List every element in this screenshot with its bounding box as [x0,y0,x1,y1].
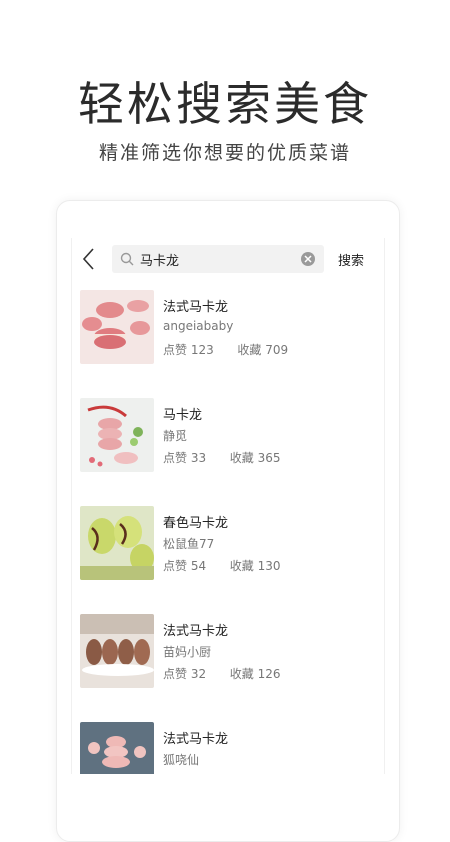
back-icon[interactable] [78,246,102,272]
headline: 轻松搜索美食 [78,77,372,131]
favorites-count: 709 [265,343,289,357]
recipe-stats: 点赞 54 收藏 130 [163,557,281,574]
recipe-title: 春色马卡龙 [163,516,229,531]
search-input[interactable]: 马卡龙 [112,245,324,273]
likes-count: 123 [190,343,214,357]
favorites-label: 收藏 [237,343,262,357]
recipe-thumbnail [80,722,154,774]
recipe-thumbnail [80,398,154,472]
favorites-count: 130 [257,559,281,573]
result-list: 法式马卡龙 angeiababy 点赞 123 收藏 709 马卡龙 静觅 点赞… [72,280,384,774]
list-item[interactable]: 法式马卡龙 狐哓仙 [72,712,384,774]
list-item[interactable]: 法式马卡龙 苗妈小厨 点赞 32 收藏 126 [72,604,384,712]
app-screen: 马卡龙 搜索 法式马卡龙 angeiababy 点赞 123 收藏 709 马卡… [71,238,385,774]
recipe-author: 苗妈小厨 [163,645,212,659]
recipe-thumbnail [80,290,154,364]
favorites-label: 收藏 [229,451,254,465]
likes-label: 点赞 [163,559,188,573]
recipe-stats: 点赞 33 收藏 365 [163,449,281,466]
favorites-count: 365 [257,451,281,465]
recipe-author: angeiababy [163,319,234,333]
recipe-title: 马卡龙 [163,408,203,423]
recipe-author: 松鼠鱼77 [163,537,215,551]
likes-count: 33 [190,451,207,465]
subheadline: 精准筛选你想要的优质菜谱 [98,142,351,164]
clear-icon[interactable] [300,251,316,267]
likes-label: 点赞 [163,667,188,681]
list-item[interactable]: 法式马卡龙 angeiababy 点赞 123 收藏 709 [72,280,384,388]
likes-count: 54 [190,559,207,573]
favorites-label: 收藏 [229,559,254,573]
list-item[interactable]: 春色马卡龙 松鼠鱼77 点赞 54 收藏 130 [72,496,384,604]
favorites-label: 收藏 [229,667,254,681]
recipe-stats: 点赞 123 收藏 709 [163,341,288,358]
favorites-count: 126 [257,667,281,681]
recipe-title: 法式马卡龙 [163,300,229,315]
search-query: 马卡龙 [140,254,180,269]
search-button[interactable]: 搜索 [338,250,364,269]
recipe-title: 法式马卡龙 [163,732,229,747]
recipe-thumbnail [80,614,154,688]
recipe-title: 法式马卡龙 [163,624,229,639]
likes-count: 32 [190,667,207,681]
search-bar: 马卡龙 搜索 [72,238,384,280]
likes-label: 点赞 [163,451,188,465]
recipe-author: 静觅 [163,429,188,443]
recipe-stats: 点赞 32 收藏 126 [163,665,281,682]
recipe-author: 狐哓仙 [163,753,200,767]
list-item[interactable]: 马卡龙 静觅 点赞 33 收藏 365 [72,388,384,496]
search-icon [119,251,135,267]
likes-label: 点赞 [163,343,188,357]
recipe-thumbnail [80,506,154,580]
